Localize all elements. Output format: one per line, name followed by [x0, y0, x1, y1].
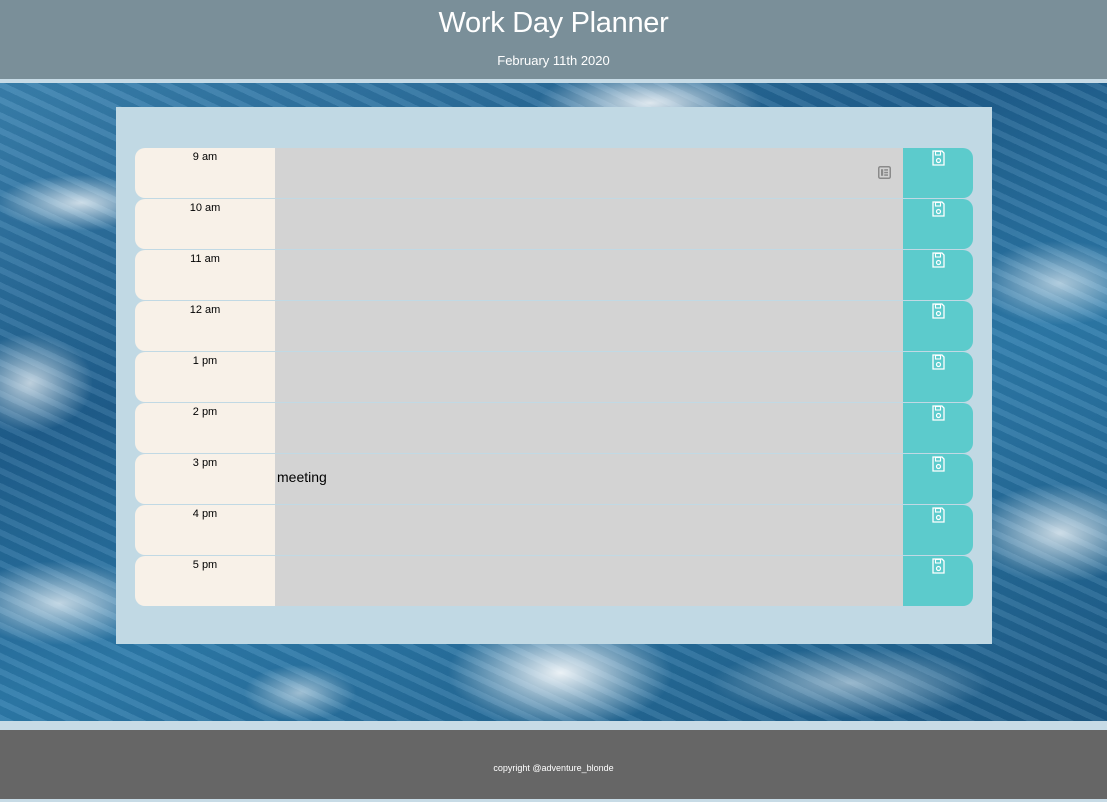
- hour-label: 1 pm: [135, 352, 275, 402]
- time-block-row: 9 am: [135, 148, 973, 198]
- copyright-text: copyright @adventure_blonde: [493, 763, 614, 773]
- save-button[interactable]: [903, 505, 973, 555]
- grammarly-icon[interactable]: [878, 166, 891, 179]
- hour-label: 2 pm: [135, 403, 275, 453]
- hour-label: 12 am: [135, 301, 275, 351]
- page-footer: copyright @adventure_blonde: [0, 730, 1107, 799]
- save-button[interactable]: [903, 250, 973, 300]
- event-description-input[interactable]: [275, 301, 903, 351]
- hour-label: 3 pm: [135, 454, 275, 504]
- time-block-row: 1 pm: [135, 352, 973, 402]
- save-floppy-icon: [932, 303, 945, 319]
- hour-label-text: 2 pm: [192, 406, 218, 418]
- save-floppy-icon: [932, 354, 945, 370]
- event-description-input[interactable]: [275, 199, 903, 249]
- event-description-input[interactable]: [275, 454, 903, 504]
- hour-label: 10 am: [135, 199, 275, 249]
- event-description-input[interactable]: [275, 352, 903, 402]
- save-button[interactable]: [903, 556, 973, 606]
- event-description-input[interactable]: [275, 505, 903, 555]
- hour-label: 4 pm: [135, 505, 275, 555]
- event-description-input[interactable]: [275, 403, 903, 453]
- save-button[interactable]: [903, 454, 973, 504]
- hour-label-text: 11 am: [190, 253, 220, 265]
- time-block-row: 12 am: [135, 301, 973, 351]
- save-button[interactable]: [903, 301, 973, 351]
- save-button[interactable]: [903, 352, 973, 402]
- time-block-row: 2 pm: [135, 403, 973, 453]
- current-date: February 11th 2020: [497, 53, 610, 68]
- time-block-row: 3 pm: [135, 454, 973, 504]
- planner-container: 9 am 10 am 11 am 12 am 1 pm 2 pm 3 pm me…: [116, 107, 992, 644]
- hour-label-text: 10 am: [189, 202, 221, 214]
- hour-label-text: 1 pm: [192, 355, 218, 367]
- event-description-input[interactable]: [275, 556, 903, 606]
- save-floppy-icon: [932, 558, 945, 574]
- hour-label-text: 3 pm: [192, 457, 218, 469]
- footer-divider: [0, 721, 1107, 730]
- page-header: Work Day Planner February 11th 2020: [0, 0, 1107, 79]
- save-button[interactable]: [903, 403, 973, 453]
- page-title: Work Day Planner: [438, 7, 669, 39]
- hour-label-text: 4 pm: [192, 508, 218, 520]
- save-floppy-icon: [932, 405, 945, 421]
- hour-label-text: 12 am: [189, 304, 221, 316]
- time-block-list: 9 am 10 am 11 am 12 am 1 pm 2 pm 3 pm me…: [135, 148, 973, 607]
- time-block-row: 10 am: [135, 199, 973, 249]
- hour-label-text: 9 am: [192, 151, 218, 163]
- event-description-input[interactable]: [275, 250, 903, 300]
- time-block-row: 11 am: [135, 250, 973, 300]
- save-floppy-icon: [932, 252, 945, 268]
- event-description-input[interactable]: [275, 148, 903, 198]
- hour-label: 5 pm: [135, 556, 275, 606]
- hour-label: 11 am: [135, 250, 275, 300]
- save-floppy-icon: [932, 507, 945, 523]
- hour-label: 9 am: [135, 148, 275, 198]
- save-floppy-icon: [932, 201, 945, 217]
- save-button[interactable]: [903, 148, 973, 198]
- save-button[interactable]: [903, 199, 973, 249]
- save-floppy-icon: [932, 150, 945, 166]
- time-block-row: 4 pm: [135, 505, 973, 555]
- time-block-row: 5 pm: [135, 556, 973, 606]
- hour-label-text: 5 pm: [192, 559, 218, 571]
- save-floppy-icon: [932, 456, 945, 472]
